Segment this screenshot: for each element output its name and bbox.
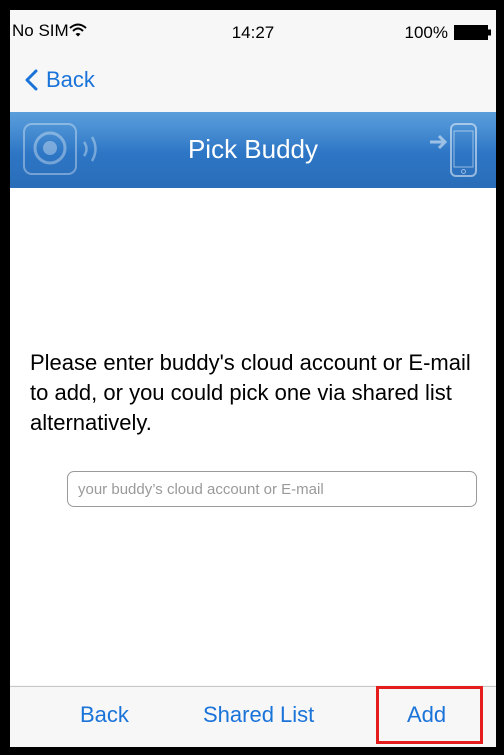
shared-list-button[interactable]: Shared List	[203, 702, 314, 728]
back-chevron-icon	[25, 69, 38, 91]
phone-icon	[428, 122, 482, 185]
page-title: Pick Buddy	[187, 134, 319, 164]
add-button[interactable]: Add	[407, 702, 446, 728]
navigation-bar: Back	[10, 50, 496, 112]
battery-icon	[454, 25, 492, 40]
main-content: Please enter buddy's cloud account or E-…	[10, 188, 496, 685]
battery-percent: 100%	[404, 23, 448, 42]
bottom-toolbar: Back Shared List Add	[10, 686, 496, 747]
nav-back-label: Back	[46, 67, 95, 92]
nav-back-button[interactable]: Back	[24, 60, 95, 100]
status-bar: No SIM 14:27 100%	[10, 10, 496, 50]
phone-screen: No SIM 14:27 100% Back Pick Buddy Please…	[10, 10, 496, 747]
instructions-text: Please enter buddy's cloud account or E-…	[30, 350, 471, 435]
buddy-account-input[interactable]	[67, 471, 477, 507]
page-header: Pick Buddy	[10, 112, 496, 188]
back-button[interactable]: Back	[80, 702, 129, 728]
